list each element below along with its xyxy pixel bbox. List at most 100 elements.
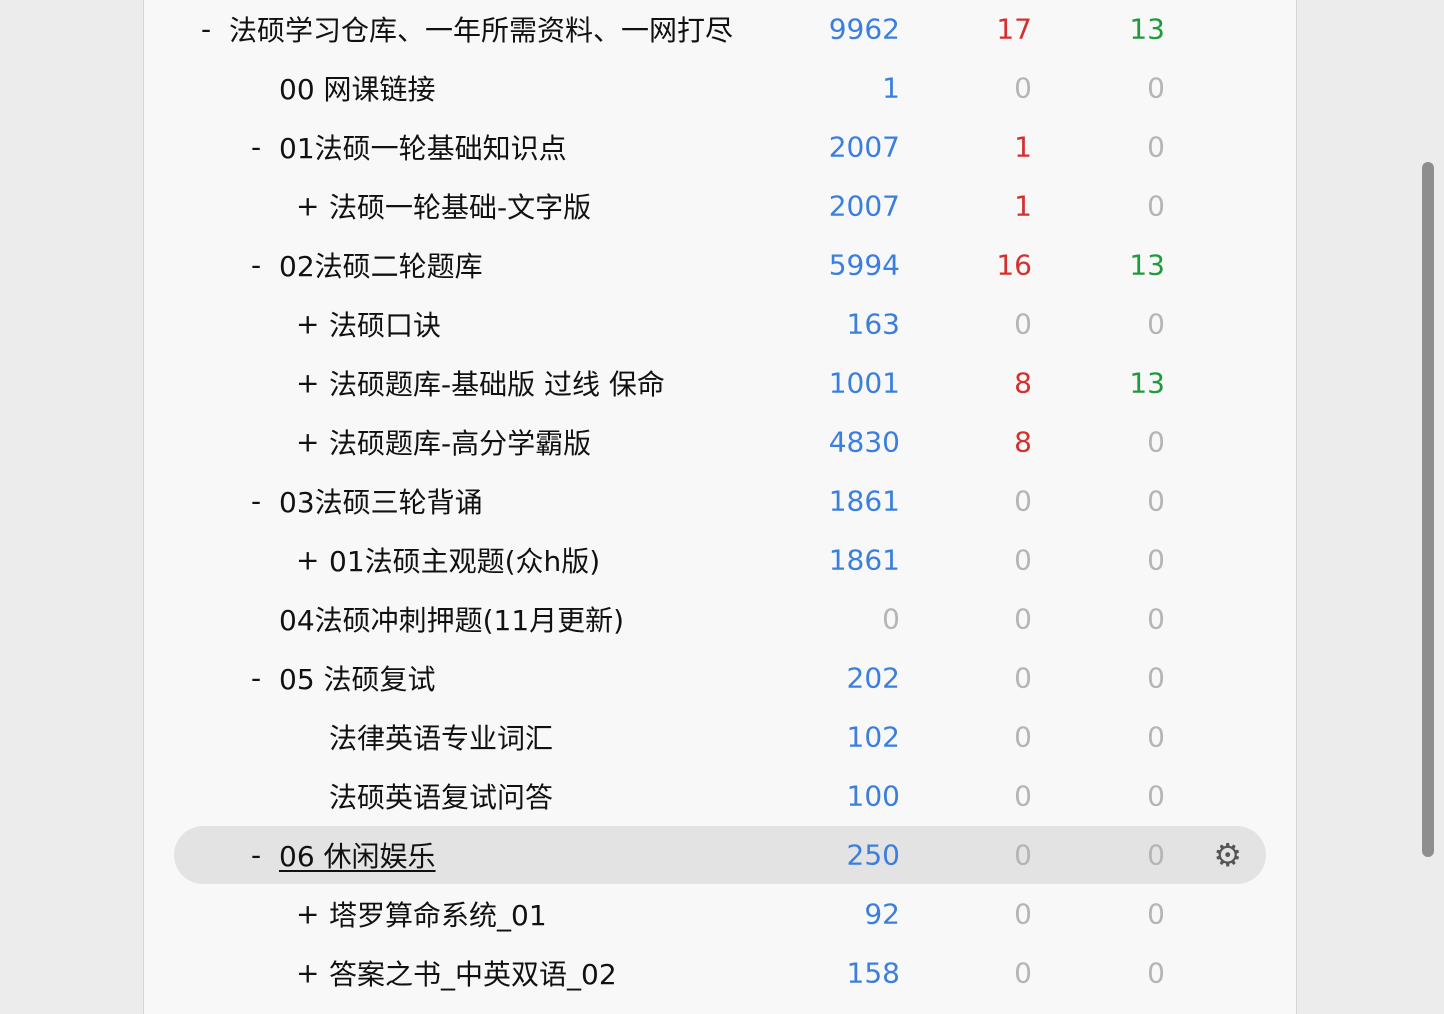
review-count: 0 bbox=[1147, 307, 1165, 341]
new-count: 202 bbox=[846, 661, 900, 695]
review-count: 0 bbox=[1147, 189, 1165, 223]
deck-name-link[interactable]: 法硕学习仓库、一年所需资料、一网打尽 bbox=[229, 9, 733, 49]
deck-name-link[interactable]: 01法硕主观题(众h版) bbox=[329, 540, 600, 580]
new-count: 250 bbox=[846, 838, 900, 872]
deck-name-link[interactable]: 01法硕一轮基础知识点 bbox=[279, 127, 567, 167]
new-count: 4830 bbox=[828, 425, 900, 459]
deck-name-link[interactable]: 02法硕二轮题库 bbox=[279, 245, 483, 285]
deck-name-link[interactable]: 05 法硕复试 bbox=[279, 658, 436, 698]
deck-row[interactable]: -01法硕一轮基础知识点 2007 1 0 bbox=[174, 118, 1266, 176]
deck-row[interactable]: + 答案之书_中英双语_02 158 0 0 bbox=[174, 944, 1266, 1002]
new-count: 158 bbox=[846, 956, 900, 990]
learn-count: 1 bbox=[1014, 130, 1032, 164]
learn-count: 0 bbox=[1014, 602, 1032, 636]
new-count: 2007 bbox=[828, 189, 900, 223]
learn-count: 0 bbox=[1014, 838, 1032, 872]
scrollbar-thumb[interactable] bbox=[1422, 162, 1434, 857]
deck-row[interactable]: 04法硕冲刺押题(11月更新) 0 0 0 bbox=[174, 590, 1266, 648]
deck-name-link[interactable]: 法硕英语复试问答 bbox=[329, 776, 553, 816]
review-count: 13 bbox=[1129, 12, 1165, 46]
learn-count: 0 bbox=[1014, 71, 1032, 105]
deck-name-link[interactable]: 答案之书_中英双语_02 bbox=[329, 953, 617, 993]
deck-row[interactable]: -06 休闲娱乐 250 0 0 ⚙ bbox=[174, 826, 1266, 884]
learn-count: 0 bbox=[1014, 484, 1032, 518]
review-count: 0 bbox=[1147, 779, 1165, 813]
new-count: 0 bbox=[882, 602, 900, 636]
deck-row[interactable]: + 法硕一轮基础-文字版 2007 1 0 bbox=[174, 177, 1266, 235]
review-count: 0 bbox=[1147, 484, 1165, 518]
review-count: 0 bbox=[1147, 425, 1165, 459]
learn-count: 1 bbox=[1014, 189, 1032, 223]
deck-collapse-toggle[interactable]: - bbox=[246, 131, 266, 164]
learn-count: 16 bbox=[996, 248, 1032, 282]
learn-count: 0 bbox=[1014, 779, 1032, 813]
deck-collapse-toggle[interactable]: + bbox=[296, 190, 319, 223]
deck-name-link[interactable]: 法硕一轮基础-文字版 bbox=[329, 186, 591, 226]
deck-row[interactable]: -02法硕二轮题库 5994 16 13 bbox=[174, 236, 1266, 294]
deck-name-link[interactable]: 04法硕冲刺押题(11月更新) bbox=[279, 599, 624, 639]
deck-collapse-toggle[interactable]: - bbox=[246, 485, 266, 518]
deck-row[interactable]: 法硕英语复试问答 100 0 0 bbox=[174, 767, 1266, 825]
learn-count: 0 bbox=[1014, 307, 1032, 341]
review-count: 0 bbox=[1147, 897, 1165, 931]
deck-name-link[interactable]: 法硕题库-高分学霸版 bbox=[329, 422, 591, 462]
deck-collapse-toggle[interactable]: + bbox=[296, 308, 319, 341]
new-count: 1 bbox=[882, 71, 900, 105]
new-count: 163 bbox=[846, 307, 900, 341]
new-count: 100 bbox=[846, 779, 900, 813]
new-count: 2007 bbox=[828, 130, 900, 164]
deck-name-link[interactable]: 塔罗算命系统_01 bbox=[329, 894, 547, 934]
learn-count: 0 bbox=[1014, 956, 1032, 990]
learn-count: 0 bbox=[1014, 543, 1032, 577]
deck-collapse-toggle[interactable]: + bbox=[296, 957, 319, 990]
deck-row[interactable]: 法律英语专业词汇 102 0 0 bbox=[174, 708, 1266, 766]
new-count: 102 bbox=[846, 720, 900, 754]
review-count: 0 bbox=[1147, 661, 1165, 695]
deck-collapse-toggle[interactable]: + bbox=[296, 544, 319, 577]
deck-collapse-toggle[interactable]: - bbox=[246, 839, 266, 872]
deck-name-link[interactable]: 法律英语专业词汇 bbox=[329, 717, 553, 757]
review-count: 0 bbox=[1147, 838, 1165, 872]
deck-row[interactable]: 00 网课链接 1 0 0 bbox=[174, 59, 1266, 117]
deck-collapse-toggle[interactable]: + bbox=[296, 367, 319, 400]
deck-row[interactable]: -05 法硕复试 202 0 0 bbox=[174, 649, 1266, 707]
learn-count: 0 bbox=[1014, 897, 1032, 931]
deck-collapse-toggle[interactable]: + bbox=[296, 426, 319, 459]
learn-count: 8 bbox=[1014, 366, 1032, 400]
new-count: 1001 bbox=[828, 366, 900, 400]
new-count: 1861 bbox=[828, 543, 900, 577]
deck-row[interactable]: - 法硕学习仓库、一年所需资料、一网打尽 9962 17 13 bbox=[174, 0, 1266, 58]
new-count: 9962 bbox=[828, 12, 900, 46]
review-count: 0 bbox=[1147, 956, 1165, 990]
review-count: 0 bbox=[1147, 71, 1165, 105]
learn-count: 17 bbox=[996, 12, 1032, 46]
new-count: 92 bbox=[864, 897, 900, 931]
deck-row[interactable]: + 法硕题库-高分学霸版 4830 8 0 bbox=[174, 413, 1266, 471]
deck-name-link[interactable]: 法硕口诀 bbox=[329, 304, 441, 344]
review-count: 13 bbox=[1129, 248, 1165, 282]
deck-row[interactable]: + 塔罗算命系统_01 92 0 0 bbox=[174, 885, 1266, 943]
gear-icon[interactable]: ⚙ bbox=[1213, 836, 1242, 874]
deck-name-link[interactable]: 00 网课链接 bbox=[279, 68, 436, 108]
review-count: 0 bbox=[1147, 543, 1165, 577]
deck-name-link[interactable]: 06 休闲娱乐 bbox=[279, 835, 436, 875]
learn-count: 0 bbox=[1014, 720, 1032, 754]
learn-count: 8 bbox=[1014, 425, 1032, 459]
deck-row[interactable]: + 法硕题库-基础版 过线 保命 1001 8 13 bbox=[174, 354, 1266, 412]
deck-row[interactable]: -03法硕三轮背诵 1861 0 0 bbox=[174, 472, 1266, 530]
new-count: 5994 bbox=[828, 248, 900, 282]
learn-count: 0 bbox=[1014, 661, 1032, 695]
review-count: 0 bbox=[1147, 130, 1165, 164]
deck-row[interactable]: + 法硕口诀 163 0 0 bbox=[174, 295, 1266, 353]
deck-collapse-toggle[interactable]: + bbox=[296, 898, 319, 931]
deck-row[interactable]: +01法硕主观题(众h版) 1861 0 0 bbox=[174, 531, 1266, 589]
review-count: 0 bbox=[1147, 720, 1165, 754]
deck-collapse-toggle[interactable]: - bbox=[246, 249, 266, 282]
deck-collapse-toggle[interactable]: - bbox=[196, 13, 216, 46]
deck-name-link[interactable]: 03法硕三轮背诵 bbox=[279, 481, 483, 521]
new-count: 1861 bbox=[828, 484, 900, 518]
deck-collapse-toggle[interactable]: - bbox=[246, 662, 266, 695]
review-count: 0 bbox=[1147, 602, 1165, 636]
deck-name-link[interactable]: 法硕题库-基础版 过线 保命 bbox=[329, 363, 665, 403]
review-count: 13 bbox=[1129, 366, 1165, 400]
